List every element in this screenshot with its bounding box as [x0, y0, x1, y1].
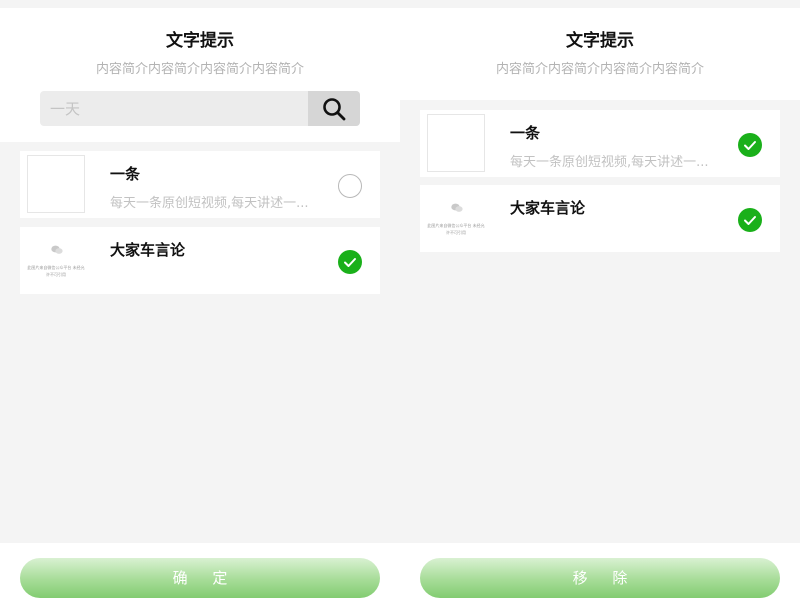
- radio-checked[interactable]: [738, 133, 762, 157]
- wechat-icon: [51, 245, 63, 254]
- header: 文字提示 内容简介内容简介内容简介内容简介: [0, 8, 400, 142]
- confirm-button[interactable]: 确 定: [20, 558, 380, 598]
- search-button[interactable]: [308, 91, 360, 126]
- search-icon: [323, 97, 346, 120]
- page-title: 文字提示: [566, 31, 634, 51]
- search-bar: [40, 91, 360, 126]
- check-icon: [744, 216, 756, 225]
- search-input[interactable]: [40, 91, 308, 126]
- thumbnail: [427, 114, 485, 172]
- left-screen: 文字提示 内容简介内容简介内容简介内容简介 一条 每天一条原创短视频,每天讲述一…: [0, 0, 400, 605]
- item-name: 大家车言论: [510, 199, 586, 217]
- header: 文字提示 内容简介内容简介内容简介内容简介: [400, 8, 800, 100]
- list-item[interactable]: 一条 每天一条原创短视频,每天讲述一...: [420, 110, 780, 177]
- item-name: 一条: [510, 124, 541, 142]
- item-name: 一条: [110, 165, 141, 183]
- thumbnail: [27, 155, 85, 213]
- item-description: 每天一条原创短视频,每天讲述一...: [110, 196, 309, 211]
- screens: 文字提示 内容简介内容简介内容简介内容简介 一条 每天一条原创短视频,每天讲述一…: [0, 0, 800, 605]
- footer: 移 除: [400, 543, 800, 605]
- thumbnail-placeholder: 此图片来自微信公众平台 未经允许不可引用: [27, 231, 85, 289]
- placeholder-caption: 此图片来自微信公众平台 未经允许不可引用: [27, 265, 85, 277]
- placeholder-caption: 此图片来自微信公众平台 未经允许不可引用: [427, 223, 485, 235]
- list-item[interactable]: 此图片来自微信公众平台 未经允许不可引用 大家车言论: [420, 185, 780, 252]
- page-subtitle: 内容简介内容简介内容简介内容简介: [95, 62, 304, 77]
- item-description: 每天一条原创短视频,每天讲述一...: [510, 155, 709, 170]
- page-title: 文字提示: [166, 31, 234, 51]
- radio-checked[interactable]: [738, 208, 762, 232]
- wechat-icon: [451, 203, 463, 212]
- thumbnail-placeholder: 此图片来自微信公众平台 未经允许不可引用: [427, 189, 485, 247]
- radio-unchecked[interactable]: [338, 174, 362, 198]
- item-name: 大家车言论: [110, 241, 186, 259]
- right-screen: 文字提示 内容简介内容简介内容简介内容简介 一条 每天一条原创短视频,每天讲述一…: [400, 0, 800, 605]
- remove-button[interactable]: 移 除: [420, 558, 780, 598]
- list-item[interactable]: 一条 每天一条原创短视频,每天讲述一...: [20, 151, 380, 218]
- check-icon: [344, 258, 356, 267]
- radio-checked[interactable]: [338, 250, 362, 274]
- page-subtitle: 内容简介内容简介内容简介内容简介: [495, 62, 704, 77]
- footer: 确 定: [0, 543, 400, 605]
- list-item[interactable]: 此图片来自微信公众平台 未经允许不可引用 大家车言论: [20, 227, 380, 294]
- check-icon: [744, 141, 756, 150]
